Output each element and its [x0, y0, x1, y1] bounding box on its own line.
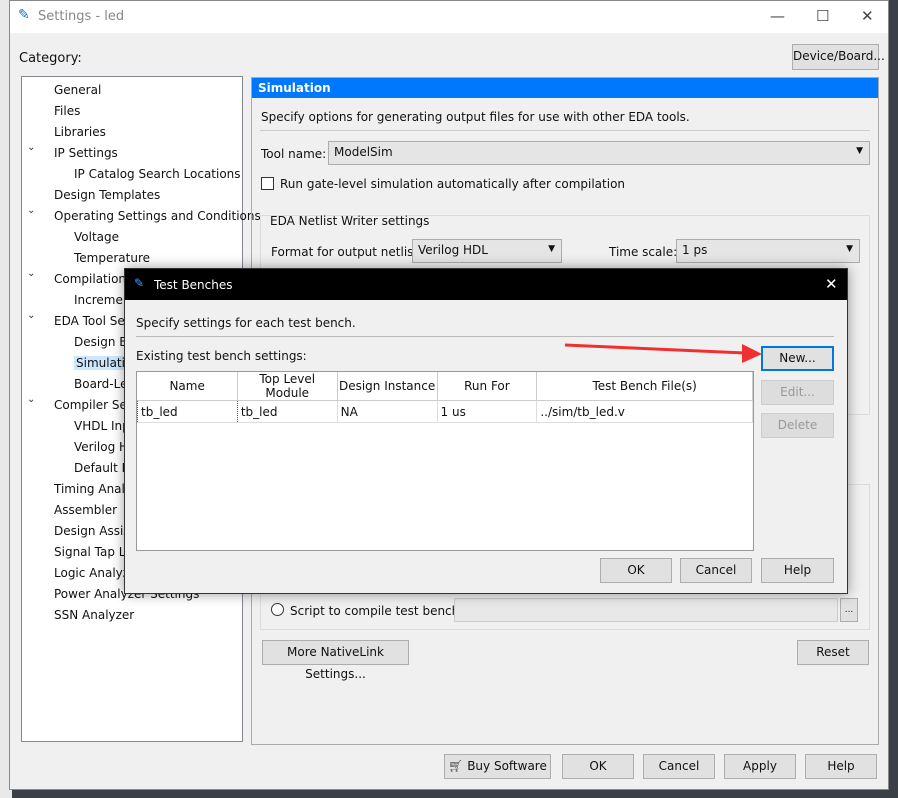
- format-select[interactable]: Verilog HDL ▼: [412, 239, 562, 263]
- timescale-value: 1 ps: [682, 243, 708, 257]
- timescale-select[interactable]: 1 ps ▼: [676, 239, 860, 263]
- tree-item[interactable]: Design Templates: [54, 188, 160, 202]
- chevron-down-icon[interactable]: ⌄: [27, 268, 35, 279]
- annotation-arrow: [564, 343, 762, 363]
- panel-header: Simulation: [252, 78, 878, 98]
- tree-item[interactable]: Assembler: [54, 503, 117, 517]
- window-title: Settings - led: [38, 9, 125, 24]
- column-header[interactable]: Test Bench File(s): [536, 372, 753, 401]
- device-board-button[interactable]: Device/Board...: [792, 44, 885, 70]
- tree-item[interactable]: General: [54, 83, 101, 97]
- tree-item[interactable]: IP Catalog Search Locations: [74, 167, 241, 181]
- script-radio[interactable]: [271, 603, 284, 616]
- buy-software-button[interactable]: 🛒︎ Buy Software: [444, 754, 551, 779]
- table-cell: NA: [337, 400, 438, 423]
- existing-label: Existing test bench settings:: [136, 349, 307, 363]
- apply-button[interactable]: Apply: [724, 754, 796, 779]
- tree-item[interactable]: Libraries: [54, 125, 106, 139]
- category-label: Category:: [19, 51, 82, 66]
- tool-name-label: Tool name:: [261, 147, 327, 161]
- tool-name-value: ModelSim: [334, 145, 393, 159]
- dialog-close-button[interactable]: ✕: [825, 275, 838, 293]
- script-input[interactable]: [454, 598, 838, 622]
- format-label: Format for output netlist:: [271, 245, 423, 259]
- delete-button[interactable]: Delete: [761, 413, 834, 438]
- table-cell: ../sim/tb_led.v: [536, 400, 753, 423]
- maximize-button[interactable]: ☐: [816, 7, 829, 25]
- reset-button[interactable]: Reset: [797, 640, 869, 665]
- app-icon: ✎: [134, 276, 145, 290]
- column-header[interactable]: Name: [137, 372, 238, 401]
- dialog-help-button[interactable]: Help: [761, 558, 834, 583]
- tree-item[interactable]: Operating Settings and Conditions: [54, 209, 261, 223]
- script-label: Script to compile test bench:: [290, 604, 464, 618]
- dropdown-arrow-icon: ▼: [856, 146, 863, 156]
- cancel-button[interactable]: Cancel: [643, 754, 715, 779]
- script-browse-button[interactable]: ...: [840, 598, 858, 622]
- gate-level-checkbox[interactable]: [261, 177, 274, 190]
- dialog-cancel-button[interactable]: Cancel: [680, 558, 752, 583]
- column-header[interactable]: Design Instance: [337, 372, 438, 401]
- gate-level-label: Run gate-level simulation automatically …: [280, 177, 626, 191]
- tree-item[interactable]: SSN Analyzer: [54, 608, 134, 622]
- chevron-down-icon[interactable]: ⌄: [27, 142, 35, 153]
- dialog-title-bar: ✎ Test Benches ✕: [125, 269, 847, 300]
- chevron-down-icon[interactable]: ⌄: [27, 394, 35, 405]
- new-button[interactable]: New...: [761, 346, 834, 371]
- chevron-down-icon[interactable]: ⌄: [27, 310, 35, 321]
- column-header[interactable]: Run For: [437, 372, 538, 401]
- table-cell: tb_led: [237, 400, 338, 423]
- tool-name-select[interactable]: ModelSim ▼: [328, 141, 870, 165]
- table-row[interactable]: tb_led tb_led NA 1 us ../sim/tb_led.v: [137, 400, 753, 423]
- help-button[interactable]: Help: [805, 754, 877, 779]
- dropdown-arrow-icon: ▼: [548, 244, 555, 254]
- app-icon: ✎: [18, 7, 30, 23]
- dialog-ok-button[interactable]: OK: [600, 558, 672, 583]
- tree-item[interactable]: Temperature: [74, 251, 150, 265]
- netlist-group-label: EDA Netlist Writer settings: [270, 214, 430, 228]
- format-value: Verilog HDL: [418, 243, 488, 257]
- close-button[interactable]: ✕: [861, 7, 874, 25]
- chevron-down-icon[interactable]: ⌄: [27, 205, 35, 216]
- table-cell: 1 us: [437, 400, 538, 423]
- minimize-button[interactable]: —: [770, 7, 785, 25]
- buy-software-label: Buy Software: [467, 759, 547, 773]
- edit-button[interactable]: Edit...: [761, 380, 834, 405]
- title-bar: ✎ Settings - led — ☐ ✕: [10, 1, 888, 33]
- more-nativelink-button[interactable]: More NativeLink Settings...: [262, 640, 409, 681]
- test-bench-table[interactable]: Name Top Level Module Design Instance Run F…: [136, 371, 754, 551]
- dropdown-arrow-icon: ▼: [846, 244, 853, 254]
- column-header[interactable]: Top Level Module: [237, 372, 338, 401]
- dialog-description: Specify settings for each test bench.: [136, 316, 356, 330]
- timescale-label: Time scale:: [609, 245, 678, 259]
- tree-item[interactable]: IP Settings: [54, 146, 118, 160]
- test-benches-dialog: ✎ Test Benches ✕ Specify settings for ea…: [124, 268, 848, 594]
- table-cell: tb_led: [137, 400, 238, 423]
- tree-item[interactable]: Files: [54, 104, 80, 118]
- dialog-title: Test Benches: [154, 278, 233, 292]
- ok-button[interactable]: OK: [562, 754, 634, 779]
- panel-description: Specify options for generating output fi…: [261, 110, 690, 124]
- tree-item[interactable]: Voltage: [74, 230, 119, 244]
- cart-icon: 🛒︎: [448, 759, 464, 773]
